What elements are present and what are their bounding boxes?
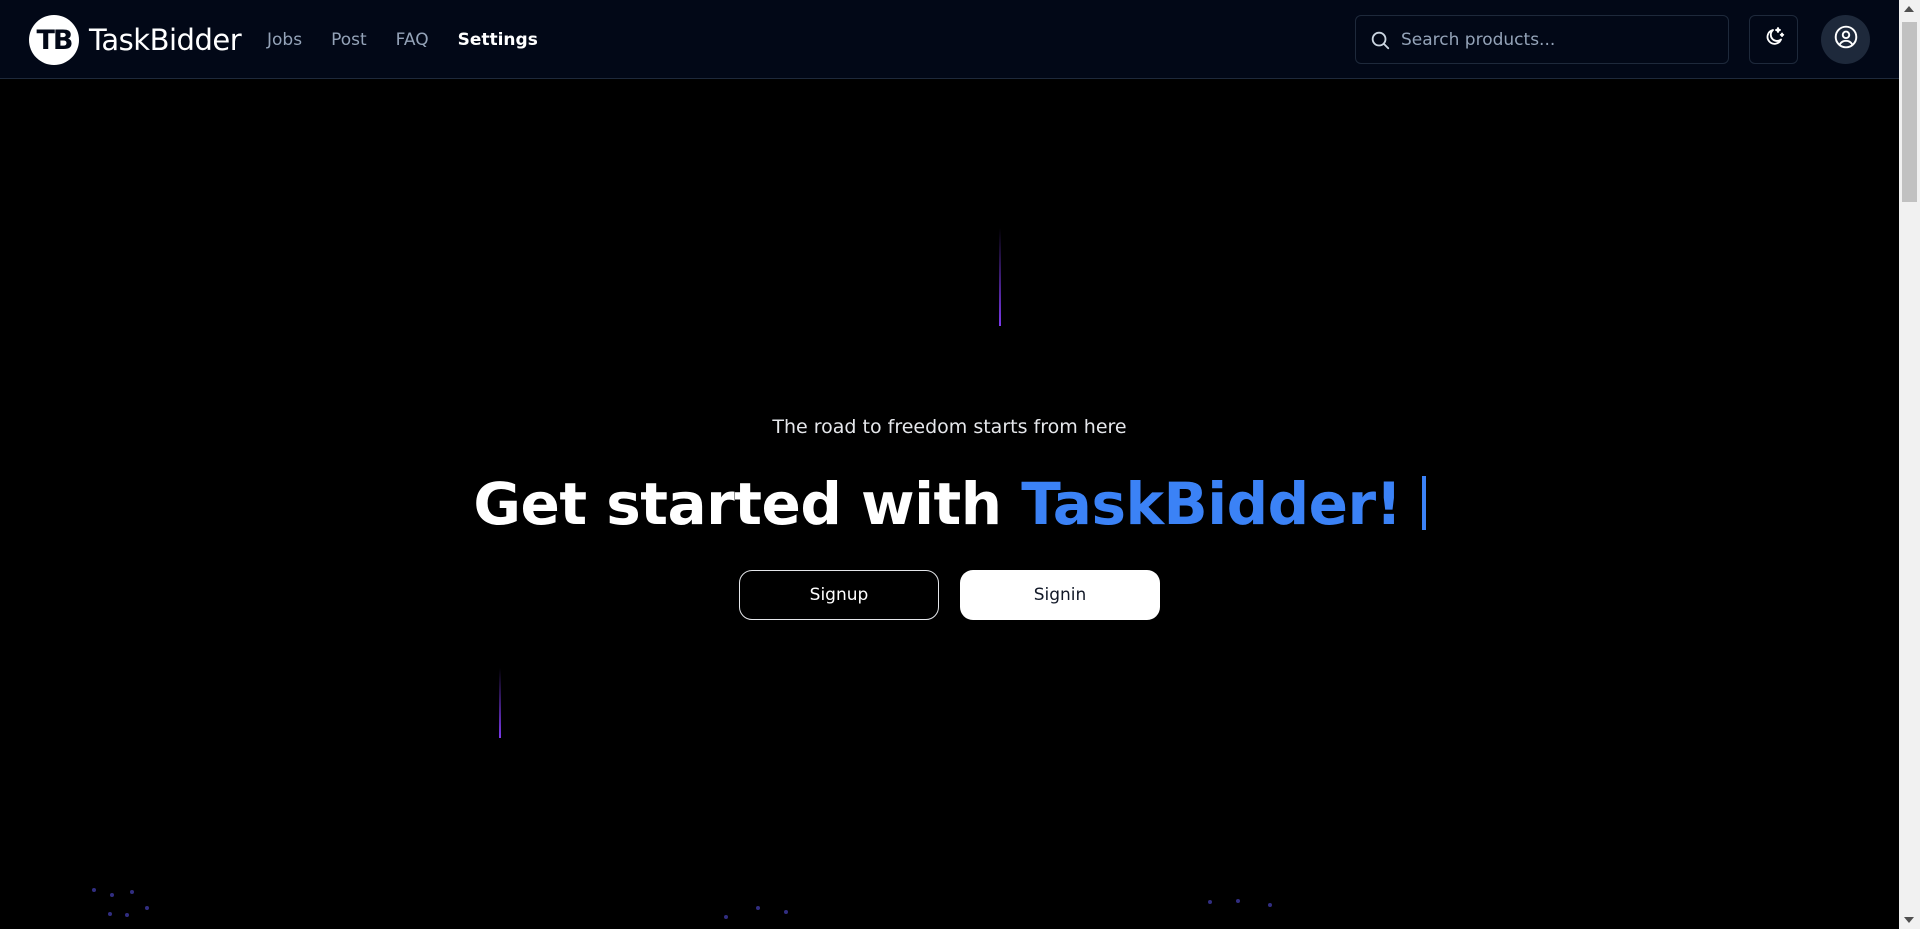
search-box[interactable] [1355,15,1729,64]
particle-dot [108,912,112,916]
profile-button[interactable] [1821,15,1870,64]
signup-button[interactable]: Signup [739,570,939,620]
meteor-streak [499,668,501,738]
moon-stars-icon [1762,25,1786,54]
brand-name[interactable]: TaskBidder [89,21,242,59]
scroll-up-arrow-icon[interactable] [1904,6,1914,12]
brand-logo[interactable]: TB [29,15,79,65]
hero-title: Get started with TaskBidder! [0,466,1899,542]
particle-dot [1208,900,1212,904]
particle-dot [756,906,760,910]
vertical-scrollbar[interactable] [1899,0,1920,929]
scroll-down-arrow-icon[interactable] [1904,917,1914,923]
particle-dot [125,913,129,917]
particle-dot [130,890,134,894]
particle-dot [1268,903,1272,907]
search-icon [1369,29,1391,51]
search-input[interactable] [1399,28,1703,51]
hero-tagline: The road to freedom starts from here [772,416,1127,438]
particle-dot [110,893,114,897]
meteor-streak [999,228,1001,326]
particle-dot [92,888,96,892]
particle-dot [145,906,149,910]
landing-page: TB TaskBidder Jobs Post FAQ Settings Sea… [0,0,1920,929]
particle-dot [784,910,788,914]
nav-link-post[interactable]: Post [331,28,367,52]
particle-dot [724,915,728,919]
particle-dot [1236,899,1240,903]
nav-link-faq[interactable]: FAQ [396,28,429,52]
nav-link-settings[interactable]: Settings [458,28,538,52]
hero-title-accent: TaskBidder! [1021,470,1402,538]
signin-button[interactable]: Signin [960,570,1160,620]
hero-title-prefix: Get started with [473,470,1022,538]
nav-link-jobs[interactable]: Jobs [267,28,302,52]
theme-toggle-button[interactable] [1749,15,1798,64]
typing-cursor [1421,476,1426,530]
user-circle-icon [1833,24,1859,55]
scroll-thumb[interactable] [1902,22,1917,202]
top-navbar: TB TaskBidder Jobs Post FAQ Settings [0,0,1899,79]
main-nav: Jobs Post FAQ Settings [267,28,567,52]
